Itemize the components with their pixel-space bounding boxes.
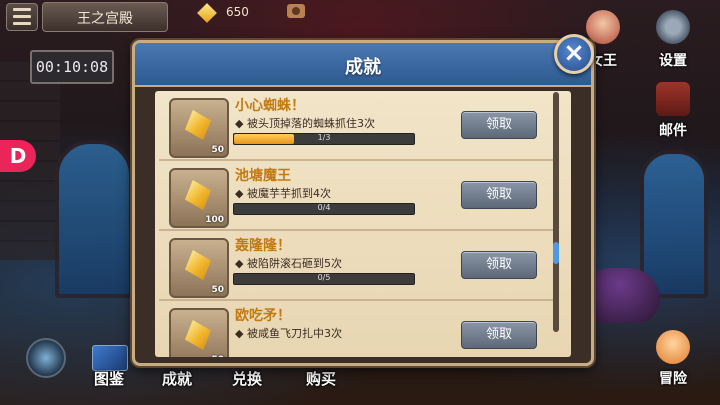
settings-button[interactable]: 设置 (650, 10, 696, 70)
magic-orb-icon[interactable] (26, 338, 66, 378)
reward-icon: 50 (169, 308, 229, 357)
crystal-icon (185, 320, 211, 350)
achievement-title: 欧吃矛！ (235, 308, 291, 324)
achievement-desc: ◆ 被咸鱼飞刀扎中3次 (235, 327, 342, 340)
nav-exchange[interactable]: 兑换 (222, 368, 272, 389)
reward-icon: 100 (169, 168, 229, 228)
reward-amount: 50 (211, 145, 224, 155)
progress-bar: 1/3 (233, 133, 415, 145)
arched-window-left (55, 140, 133, 298)
progress-text: 1/3 (317, 133, 331, 142)
progress-bar: 0/5 (233, 273, 415, 285)
dialog-title: 成就 (345, 57, 381, 78)
mail-label: 邮件 (659, 123, 687, 139)
camera-icon[interactable] (287, 4, 305, 18)
menu-icon[interactable] (6, 3, 38, 31)
progress-text: 0/5 (317, 273, 331, 282)
crystal-icon (185, 250, 211, 280)
adventure-label: 冒险 (659, 371, 687, 387)
reward-amount: 100 (205, 215, 224, 225)
reward-amount: 50 (211, 285, 224, 295)
claim-button[interactable]: 领取 (461, 181, 537, 209)
progress-bar: 0/4 (233, 203, 415, 215)
reward-amount: 50 (211, 355, 224, 357)
achievement-item: 50 轰隆隆！ ◆ 被陷阱滚石砸到5次 0/5 领取 (169, 235, 555, 298)
countdown-timer: 00:10:08 (30, 50, 114, 84)
claim-button[interactable]: 领取 (461, 251, 537, 279)
reward-icon: 50 (169, 98, 229, 158)
progress-text: 0/4 (317, 203, 331, 212)
reward-icon: 50 (169, 238, 229, 298)
mailbox-icon (656, 82, 690, 116)
achievement-desc: ◆ 被陷阱滚石砸到5次 (235, 257, 342, 270)
close-button[interactable]: × (554, 34, 594, 74)
divider (159, 159, 559, 161)
location-title: 王之宫殿 (77, 11, 133, 27)
achievement-title: 小心蜘蛛！ (235, 98, 305, 114)
achievement-item: 50 欧吃矛！ ◆ 被咸鱼飞刀扎中3次 领取 (169, 305, 555, 357)
divider (159, 299, 559, 301)
achievement-title: 池塘魔王 (235, 168, 291, 184)
achievement-item: 50 小心蜘蛛！ ◆ 被头顶掉落的蜘蛛抓住3次 1/3 领取 (169, 95, 555, 158)
crystal-count: 650 (226, 5, 249, 19)
side-badge-button[interactable]: D (0, 140, 36, 172)
adventurer-portrait-icon (656, 330, 690, 364)
achievements-dialog: 成就 50 小心蜘蛛！ ◆ 被头顶掉落的蜘蛛抓住3次 1/3 领取 100 池塘… (132, 40, 594, 366)
achievement-desc: ◆ 被魔芋芋抓到4次 (235, 187, 331, 200)
adventure-button[interactable]: 冒险 (650, 330, 696, 388)
achievement-desc: ◆ 被头顶掉落的蜘蛛抓住3次 (235, 117, 375, 130)
achievement-item: 100 池塘魔王 ◆ 被魔芋芋抓到4次 0/4 领取 (169, 165, 555, 228)
crystal-icon (185, 180, 211, 210)
list-scrollbar[interactable] (553, 92, 559, 332)
mail-button[interactable]: 邮件 (650, 82, 696, 140)
claim-button[interactable]: 领取 (461, 111, 537, 139)
divider (159, 229, 559, 231)
claim-button[interactable]: 领取 (461, 321, 537, 349)
location-tab: 王之宫殿 (42, 2, 168, 32)
settings-label: 设置 (659, 53, 687, 69)
crystal-icon (185, 110, 211, 140)
achievement-list[interactable]: 50 小心蜘蛛！ ◆ 被头顶掉落的蜘蛛抓住3次 1/3 领取 100 池塘魔王 … (155, 91, 571, 357)
scrollbar-thumb[interactable] (553, 242, 559, 264)
nav-achievements[interactable]: 成就 (152, 368, 202, 389)
dialog-header: 成就 (135, 43, 591, 87)
nav-shop[interactable]: 购买 (296, 368, 346, 389)
gear-icon (656, 10, 690, 44)
achievement-title: 轰隆隆！ (235, 238, 291, 254)
nav-collection[interactable]: 图鉴 (84, 368, 134, 389)
queen-portrait-icon (586, 10, 620, 44)
